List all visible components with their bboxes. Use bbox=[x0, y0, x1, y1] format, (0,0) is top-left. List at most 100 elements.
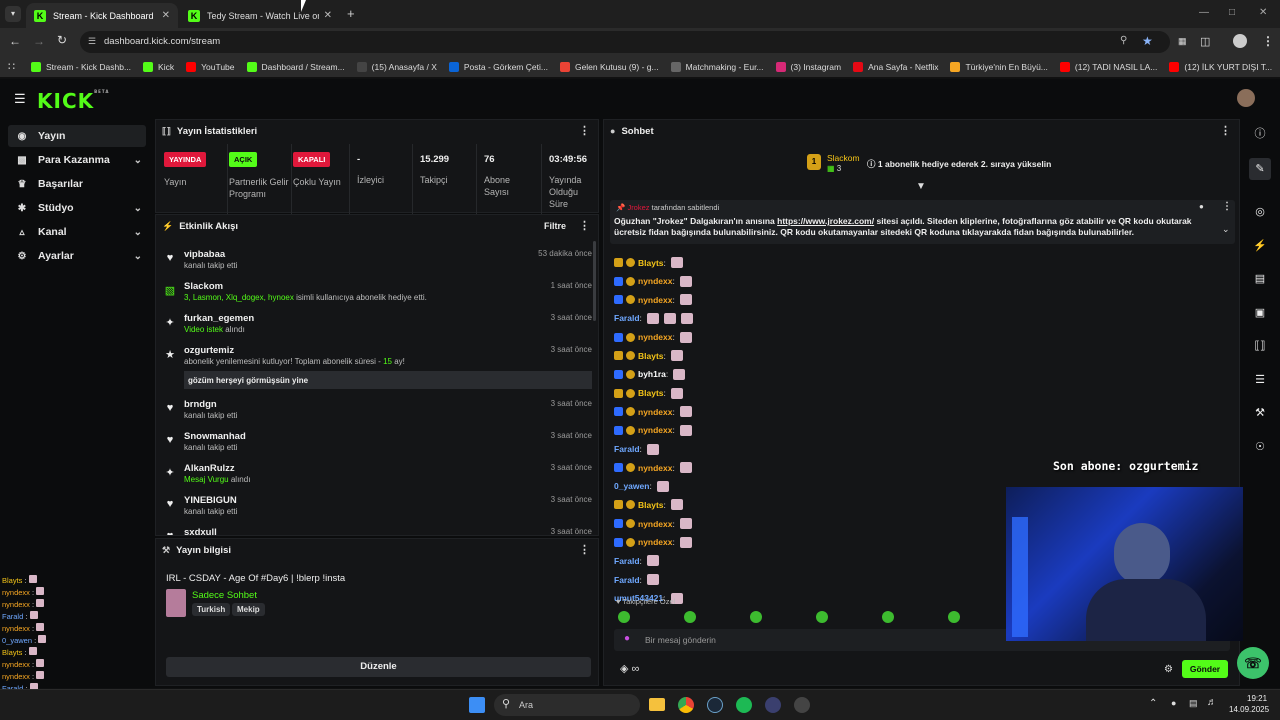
microphone-icon[interactable]: ● bbox=[624, 633, 630, 644]
event-username[interactable]: Snowmanhad bbox=[184, 431, 246, 442]
forward-icon[interactable]: → bbox=[33, 34, 45, 48]
user-avatar[interactable] bbox=[1237, 89, 1255, 107]
browser-menu-icon[interactable]: ⋮ bbox=[1262, 34, 1274, 48]
event-username[interactable]: ozgurtemiz bbox=[184, 345, 234, 356]
site-info-icon[interactable]: ☰ bbox=[88, 36, 96, 47]
new-tab-button[interactable]: + bbox=[347, 6, 355, 21]
document-icon[interactable]: ▤ bbox=[1249, 268, 1271, 290]
panel-menu-icon[interactable]: ⋮ bbox=[1220, 124, 1231, 137]
pinned-link[interactable]: https://www.jrokez.com/ bbox=[777, 216, 874, 226]
zoom-icon[interactable]: ⚲ bbox=[1120, 35, 1127, 46]
close-tab-icon[interactable]: ✕ bbox=[162, 10, 170, 21]
sidebar-item-para-kazanma[interactable]: ▩ Para Kazanma ⌄ bbox=[8, 149, 146, 171]
tab-list-button[interactable]: ▾ bbox=[5, 6, 21, 22]
chat-username[interactable]: nyndexx bbox=[638, 519, 673, 529]
chat-settings-icon[interactable]: ⚙ bbox=[1164, 664, 1173, 675]
tray-chevron-icon[interactable]: ⌃ bbox=[1149, 698, 1157, 709]
chat-username[interactable]: Farald bbox=[614, 575, 640, 585]
kick-logo[interactable]: KICKBETA bbox=[37, 89, 109, 113]
filter-button[interactable]: Filtre bbox=[544, 221, 566, 231]
bookmark-item[interactable]: Matchmaking - Eur... bbox=[670, 61, 764, 72]
bookmark-item[interactable]: Stream - Kick Dashb... bbox=[31, 61, 131, 72]
support-button[interactable]: ☏ bbox=[1237, 647, 1269, 679]
chat-username[interactable]: byh1ra bbox=[638, 369, 666, 379]
close-tab-icon[interactable]: ✕ bbox=[324, 10, 332, 21]
expand-pinned-icon[interactable]: ⌄ bbox=[1222, 224, 1230, 235]
info-icon[interactable]: ⓘ bbox=[1249, 123, 1271, 145]
volume-icon[interactable]: ♬ bbox=[1207, 697, 1217, 708]
obs-icon[interactable] bbox=[765, 697, 781, 713]
quick-emote-icon[interactable] bbox=[618, 611, 630, 623]
community-icon[interactable]: ☉ bbox=[1249, 436, 1271, 458]
chrome-icon[interactable] bbox=[678, 697, 694, 713]
chat-username[interactable]: nyndexx bbox=[638, 463, 673, 473]
tag-chip[interactable]: Turkish bbox=[192, 603, 231, 616]
chat-username[interactable]: nyndexx bbox=[638, 537, 673, 547]
bookmark-item[interactable]: (3) Instagram bbox=[775, 61, 841, 72]
event-username[interactable]: brndgn bbox=[184, 399, 217, 410]
browser-tab-kick-dashboard[interactable]: K Stream - Kick Dashboard ✕ bbox=[26, 3, 178, 28]
app-icon[interactable] bbox=[794, 697, 810, 713]
event-username[interactable]: sxdxull bbox=[184, 527, 217, 535]
panel-menu-icon[interactable]: ⋮ bbox=[579, 543, 590, 556]
network-icon[interactable]: ▤ bbox=[1189, 698, 1198, 709]
target-icon[interactable]: ◎ bbox=[1249, 201, 1271, 223]
event-username[interactable]: YINEBIGUN bbox=[184, 495, 237, 506]
unpin-icon[interactable]: ● bbox=[1199, 202, 1204, 211]
chat-username[interactable]: Blayts bbox=[638, 351, 664, 361]
address-bar[interactable]: ☰ dashboard.kick.com/stream ⚲ ★ bbox=[80, 31, 1170, 53]
spotify-icon[interactable] bbox=[736, 697, 752, 713]
panel-menu-icon[interactable]: ⋮ bbox=[579, 124, 590, 137]
send-button[interactable]: Gönder bbox=[1182, 660, 1228, 678]
bookmark-item[interactable]: YouTube bbox=[186, 61, 235, 72]
start-button-icon[interactable] bbox=[469, 697, 485, 713]
layers-icon[interactable]: ☰ bbox=[1249, 369, 1271, 391]
bookmark-item[interactable]: Dashboard / Stream... bbox=[246, 61, 345, 72]
lightning-icon[interactable]: ⚡ bbox=[1249, 235, 1271, 257]
chat-username[interactable]: nyndexx bbox=[638, 332, 673, 342]
chat-username[interactable]: nyndexx bbox=[638, 295, 673, 305]
scrollbar[interactable] bbox=[593, 241, 596, 321]
event-username[interactable]: AlkanRulzz bbox=[184, 463, 235, 474]
panel-menu-icon[interactable]: ⋮ bbox=[579, 219, 590, 232]
browser-tab-tedy-stream[interactable]: K Tedy Stream - Watch Live on Ki ✕ bbox=[180, 3, 340, 28]
bookmark-item[interactable]: Posta - Görkem Çeti... bbox=[448, 61, 548, 72]
wrench-icon[interactable]: ⚒ bbox=[1249, 402, 1271, 424]
event-username[interactable]: Slackom bbox=[184, 281, 223, 292]
tag-chip[interactable]: Mekip bbox=[232, 603, 265, 616]
bookmark-item[interactable]: (15) Anasayfa / X bbox=[356, 61, 437, 72]
steam-icon[interactable] bbox=[707, 697, 723, 713]
pinned-menu-icon[interactable]: ⋮ bbox=[1222, 201, 1232, 212]
chat-tools-icon[interactable]: ◈ ∞ bbox=[620, 662, 639, 675]
file-explorer-icon[interactable] bbox=[649, 698, 665, 711]
puzzle-icon[interactable]: ◫ bbox=[1200, 35, 1210, 48]
chat-username[interactable]: Farald bbox=[614, 313, 640, 323]
quick-emote-icon[interactable] bbox=[750, 611, 762, 623]
chat-username[interactable]: Farald bbox=[614, 444, 640, 454]
close-window-icon[interactable]: ✕ bbox=[1259, 7, 1267, 18]
edit-pencil-icon[interactable]: ✎ bbox=[1249, 158, 1271, 180]
hamburger-menu-icon[interactable]: ☰ bbox=[14, 91, 26, 107]
bookmark-item[interactable]: Gelen Kutusu (9) - g... bbox=[559, 61, 659, 72]
quick-emote-icon[interactable] bbox=[684, 611, 696, 623]
chat-username[interactable]: nyndexx bbox=[638, 425, 673, 435]
clock-date[interactable]: 14.09.2025 bbox=[1229, 705, 1269, 714]
bookmark-item[interactable]: Kick bbox=[143, 61, 174, 72]
maximize-window-icon[interactable]: □ bbox=[1229, 7, 1235, 18]
bookmark-item[interactable]: (12) İLK YURT DIŞI T... bbox=[1169, 61, 1272, 72]
sidebar-item-studyo[interactable]: ✱ Stüdyo ⌄ bbox=[8, 197, 146, 219]
top-gifter-name[interactable]: Slackom bbox=[827, 153, 860, 163]
bookmark-star-icon[interactable]: ★ bbox=[1142, 34, 1153, 48]
edit-button[interactable]: Düzenle bbox=[166, 657, 591, 677]
chat-username[interactable]: 0_yawen bbox=[614, 481, 649, 491]
chat-username[interactable]: nyndexx bbox=[638, 407, 673, 417]
sidebar-item-yayin[interactable]: ◉ Yayın bbox=[8, 125, 146, 147]
back-icon[interactable]: ← bbox=[9, 34, 21, 48]
sidebar-item-basarilar[interactable]: ♛ Başarılar bbox=[8, 173, 146, 195]
sidebar-item-kanal[interactable]: ▵ Kanal ⌄ bbox=[8, 221, 146, 243]
chat-username[interactable]: Farald bbox=[614, 556, 640, 566]
minimize-window-icon[interactable]: — bbox=[1199, 7, 1209, 18]
sidebar-item-ayarlar[interactable]: ⚙ Ayarlar ⌄ bbox=[8, 245, 146, 267]
chat-icon[interactable]: ▣ bbox=[1249, 302, 1271, 324]
microphone-tray-icon[interactable]: ● bbox=[1171, 698, 1176, 708]
